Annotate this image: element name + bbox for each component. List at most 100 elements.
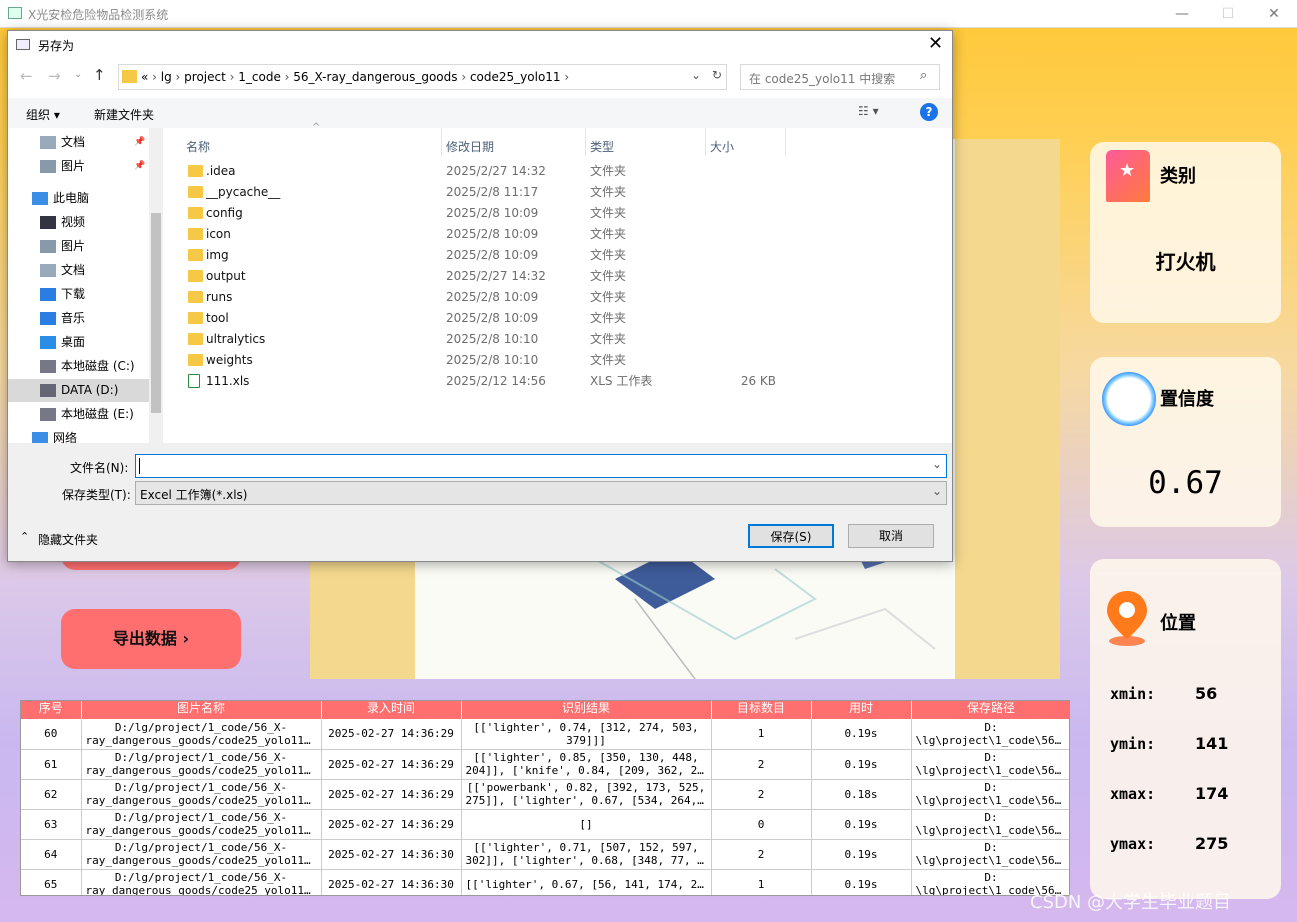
table-row[interactable]: 65 D:/lg/project/1_code/56_X-ray_dangerou… [21,869,1069,895]
nav-item[interactable]: 音乐 [8,307,154,330]
table-cell[interactable]: D:/lg/project/1_code/56_X-ray_dangerous_… [81,809,322,840]
table-cell[interactable]: 62 [21,779,82,810]
table-header-cell[interactable]: 用时 [811,701,912,719]
table-row[interactable]: 63 D:/lg/project/1_code/56_X-ray_dangerou… [21,809,1069,840]
table-header-cell[interactable]: 图片名称 [81,701,322,719]
table-cell[interactable]: D:/lg/project/1_code/56_X-ray_dangerous_… [81,839,322,870]
table-cell[interactable]: 1 [711,869,812,895]
col-header-type[interactable]: 类型 [590,138,614,155]
table-row[interactable]: 62 D:/lg/project/1_code/56_X-ray_dangerou… [21,779,1069,810]
results-table[interactable]: 序号 图片名称 录入时间 识别结果 目标数目 用时 保存路径 60 D:/lg/project… [20,700,1070,896]
address-dropdown-icon[interactable]: ⌄ [691,68,701,82]
table-header-cell[interactable]: 录入时间 [321,701,462,719]
filename-dropdown-icon[interactable]: ⌄ [932,457,942,471]
file-row[interactable]: .idea 2025/2/27 14:32 文件夹 [182,161,802,182]
table-cell[interactable]: [] [461,809,712,840]
table-cell[interactable]: 61 [21,749,82,780]
table-header-cell[interactable]: 目标数目 [711,701,812,719]
col-header-date[interactable]: 修改日期 [446,138,494,155]
breadcrumb-item[interactable]: code25_yolo11 [470,70,561,84]
nav-scrollbar[interactable] [149,128,163,443]
nav-item[interactable]: 文档 [8,259,154,282]
table-cell[interactable]: D: \lg\project\1_code\56_X… [911,839,1069,870]
nav-item[interactable]: 本地磁盘 (E:) [8,403,154,426]
forward-arrow-icon[interactable]: → [48,67,61,85]
nav-item[interactable]: 下载 [8,283,154,306]
maximize-button[interactable]: ☐ [1205,0,1251,28]
export-data-button[interactable]: 导出数据 › [61,609,241,669]
dialog-close-icon[interactable]: ✕ [928,33,943,54]
table-cell[interactable]: 0.19s [811,749,912,780]
file-row[interactable]: __pycache__ 2025/2/8 11:17 文件夹 [182,182,802,203]
table-cell[interactable]: 0.18s [811,779,912,810]
table-cell[interactable]: 2 [711,749,812,780]
table-header-cell[interactable]: 保存路径 [911,701,1069,719]
nav-item[interactable]: 图片 [8,235,154,258]
table-cell[interactable]: D:/lg/project/1_code/56_X-ray_dangerous_… [81,869,322,895]
breadcrumb-item[interactable]: 1_code [238,70,281,84]
close-button[interactable]: ✕ [1251,0,1297,28]
hide-folders-toggle[interactable]: 隐藏文件夹 [38,531,98,548]
table-cell[interactable]: 0 [711,809,812,840]
save-button[interactable]: 保存(S) [748,524,834,548]
table-cell[interactable]: D:/lg/project/1_code/56_X-ray_dangerous_… [81,779,322,810]
table-cell[interactable]: 0.19s [811,869,912,895]
cancel-button[interactable]: 取消 [848,524,934,548]
help-icon[interactable]: ? [920,103,938,121]
table-cell[interactable]: 63 [21,809,82,840]
chevron-up-icon[interactable]: ⌃ [20,530,29,543]
table-cell[interactable]: 60 [21,719,82,750]
file-row[interactable]: ultralytics 2025/2/8 10:10 文件夹 [182,329,802,350]
table-cell[interactable]: D: \lg\project\1_code\56_X… [911,719,1069,750]
breadcrumb-item[interactable]: project [184,70,226,84]
table-cell[interactable]: 2025-02-27 14:36:29 [321,779,462,810]
nav-item[interactable]: 桌面 [8,331,154,354]
table-cell[interactable]: 0.19s [811,839,912,870]
file-row[interactable]: icon 2025/2/8 10:09 文件夹 [182,224,802,245]
table-row[interactable]: 60 D:/lg/project/1_code/56_X-ray_dangerou… [21,719,1069,750]
file-row[interactable]: img 2025/2/8 10:09 文件夹 [182,245,802,266]
table-cell[interactable]: 1 [711,719,812,750]
table-cell[interactable]: D:/lg/project/1_code/56_X-ray_dangerous_… [81,749,322,780]
file-row[interactable]: runs 2025/2/8 10:09 文件夹 [182,287,802,308]
table-cell[interactable]: 64 [21,839,82,870]
filename-input[interactable]: ⌄ [135,454,947,478]
table-row[interactable]: 61 D:/lg/project/1_code/56_X-ray_dangerou… [21,749,1069,780]
table-cell[interactable]: 0.19s [811,719,912,750]
file-row[interactable]: config 2025/2/8 10:09 文件夹 [182,203,802,224]
table-cell[interactable]: [['lighter', 0.71, [507, 152, 597, 302]],… [461,839,712,870]
table-cell[interactable]: 2025-02-27 14:36:29 [321,809,462,840]
table-cell[interactable]: 2025-02-27 14:36:30 [321,869,462,895]
nav-item[interactable]: 图片 📌 [8,155,154,178]
filetype-select[interactable]: Excel 工作簿(*.xls) ⌄ [135,481,947,505]
file-row[interactable]: weights 2025/2/8 10:10 文件夹 [182,350,802,371]
breadcrumb-item[interactable]: 56_X-ray_dangerous_goods [293,70,457,84]
up-arrow-icon[interactable]: ↑ [93,66,106,84]
back-arrow-icon[interactable]: ← [20,67,33,85]
table-cell[interactable]: [['lighter', 0.85, [350, 130, 448, 204]],… [461,749,712,780]
col-header-size[interactable]: 大小 [710,138,734,155]
organize-button[interactable]: 组织 ▾ [26,106,60,123]
table-cell[interactable]: 65 [21,869,82,895]
nav-item[interactable]: 此电脑 [8,187,154,210]
table-cell[interactable]: D: \lg\project\1_code\56_X… [911,809,1069,840]
table-header-cell[interactable]: 序号 [21,701,82,719]
table-cell[interactable]: D:/lg/project/1_code/56_X-ray_dangerous_… [81,719,322,750]
file-row[interactable]: output 2025/2/27 14:32 文件夹 [182,266,802,287]
table-cell[interactable]: D: \lg\project\1_code\56_X… [911,749,1069,780]
table-cell[interactable]: 2025-02-27 14:36:29 [321,749,462,780]
table-cell[interactable]: 2 [711,779,812,810]
search-input[interactable]: 在 code25_yolo11 中搜索 [740,64,940,90]
breadcrumb-item[interactable]: lg [161,70,172,84]
nav-item[interactable]: 文档 📌 [8,131,154,154]
table-cell[interactable]: D: \lg\project\1_code\56_X… [911,779,1069,810]
nav-item[interactable]: 视频 [8,211,154,234]
table-cell[interactable]: [['powerbank', 0.82, [392, 173, 525, 275]… [461,779,712,810]
table-cell[interactable]: 2025-02-27 14:36:30 [321,839,462,870]
nav-item[interactable]: DATA (D:) [8,379,154,402]
filetype-dropdown-icon[interactable]: ⌄ [932,484,942,498]
refresh-icon[interactable]: ↻ [712,68,722,82]
recent-chevron-icon[interactable]: ⌄ [74,69,82,80]
view-options-icon[interactable]: ☷ ▾ [858,104,879,118]
file-row[interactable]: tool 2025/2/8 10:09 文件夹 [182,308,802,329]
